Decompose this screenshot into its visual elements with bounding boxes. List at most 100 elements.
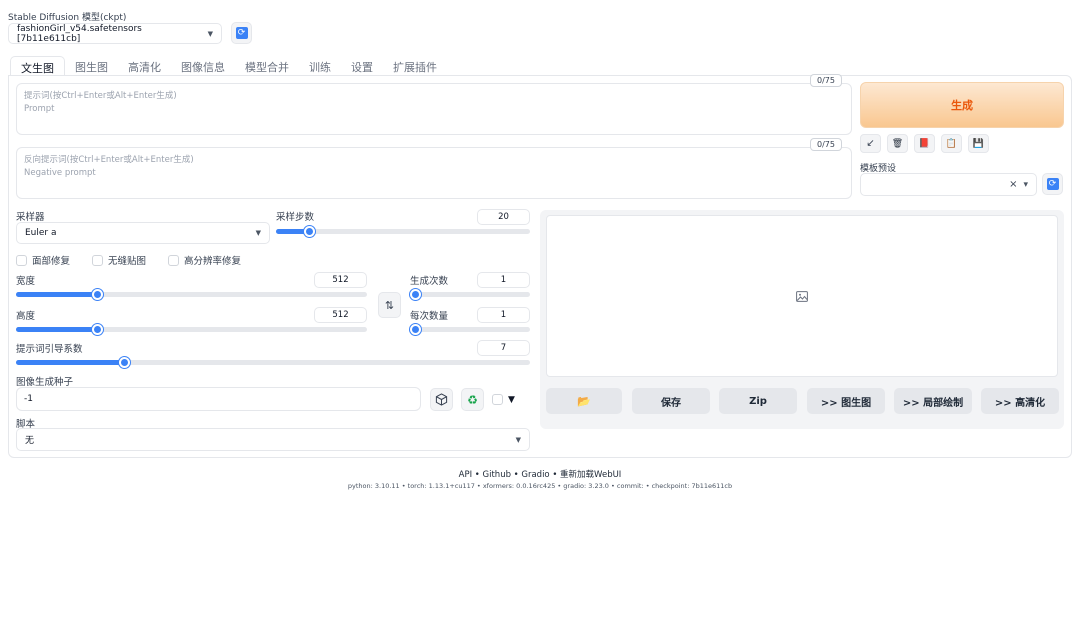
- width-label: 宽度: [16, 276, 36, 287]
- cfg-scale-slider-thumb[interactable]: [119, 357, 130, 368]
- send-to-img2img-button[interactable]: >> 图生图: [807, 388, 885, 414]
- batch-count-input[interactable]: 1: [477, 272, 530, 288]
- options-row: 面部修复 无缝贴图 高分辨率修复: [16, 253, 241, 267]
- tab-settings[interactable]: 设置: [341, 56, 383, 76]
- hires-fix-option[interactable]: 高分辨率修复: [168, 253, 241, 267]
- tab-train[interactable]: 训练: [299, 56, 341, 76]
- recycle-icon: ♻: [467, 392, 478, 407]
- footer-version-info: python: 3.10.11 • torch: 1.13.1+cu117 • …: [347, 482, 733, 490]
- save-style-button[interactable]: 💾: [968, 134, 989, 153]
- tab-img2img[interactable]: 图生图: [65, 56, 118, 76]
- cfg-scale-label: 提示词引导系数: [16, 344, 83, 355]
- steps-slider[interactable]: [276, 226, 530, 237]
- prompt-placeholder: Prompt: [24, 104, 55, 114]
- batch-count-slider[interactable]: [410, 289, 530, 300]
- save-button[interactable]: 保存: [632, 388, 710, 414]
- zip-button[interactable]: Zip: [719, 388, 797, 414]
- steps-input[interactable]: 20: [477, 209, 530, 225]
- tiling-option[interactable]: 无缝贴图: [92, 253, 146, 267]
- chevron-down-icon: ▼: [515, 435, 521, 444]
- footer-links[interactable]: API • Github • Gradio • 重新加载WebUI: [0, 468, 1080, 480]
- restore-faces-checkbox[interactable]: [16, 254, 27, 266]
- tiling-label: 无缝贴图: [108, 256, 147, 267]
- save-icon: 💾: [972, 138, 985, 149]
- cfg-scale-slider-fill: [16, 360, 124, 365]
- image-icon: [796, 290, 808, 302]
- script-value: 无: [25, 436, 35, 446]
- width-slider[interactable]: [16, 289, 367, 300]
- height-slider-thumb[interactable]: [92, 324, 103, 335]
- refresh-styles-button[interactable]: ⟳: [1042, 173, 1063, 195]
- model-value: fashionGirl_v54.safetensors [7b11e611cb]: [17, 23, 142, 44]
- prompt-token-counter: 0/75: [810, 74, 842, 87]
- extra-networks-button[interactable]: 📕: [914, 134, 935, 153]
- send-to-inpaint-button[interactable]: >> 局部绘制: [894, 388, 972, 414]
- tab-txt2img[interactable]: 文生图: [10, 56, 65, 76]
- height-slider-fill: [16, 327, 97, 332]
- seed-extra-checkbox[interactable]: [492, 394, 503, 405]
- width-input[interactable]: 512: [314, 272, 367, 288]
- generate-button[interactable]: 生成: [860, 82, 1064, 128]
- triangle-down-icon: ▼: [508, 394, 515, 405]
- steps-slider-thumb[interactable]: [304, 226, 315, 237]
- cfg-scale-input[interactable]: 7: [477, 340, 530, 356]
- script-dropdown[interactable]: 无 ▼: [16, 428, 530, 451]
- cfg-scale-slider[interactable]: [16, 357, 530, 368]
- image-gallery: [546, 215, 1058, 377]
- prompt-hint: 提示词(按Ctrl+Enter或Alt+Enter生成): [24, 91, 177, 101]
- tab-bar: 文生图 图生图 高清化 图像信息 模型合并 训练 设置 扩展插件: [10, 56, 447, 76]
- apply-style-button[interactable]: 📋: [941, 134, 962, 153]
- hires-fix-label: 高分辨率修复: [184, 256, 242, 267]
- height-slider[interactable]: [16, 324, 367, 335]
- chevron-down-icon: ▾: [1023, 179, 1028, 190]
- tiling-checkbox[interactable]: [92, 254, 104, 266]
- tab-png-info[interactable]: 图像信息: [171, 56, 235, 76]
- width-slider-thumb[interactable]: [92, 289, 103, 300]
- width-slider-fill: [16, 292, 97, 297]
- swap-dimensions-button[interactable]: ⇅: [378, 292, 401, 318]
- batch-size-input[interactable]: 1: [477, 307, 530, 323]
- clear-prompt-button[interactable]: 🗑: [887, 134, 908, 153]
- chevron-down-icon: ▼: [255, 229, 261, 237]
- seed-input[interactable]: -1: [16, 387, 421, 411]
- negative-prompt-textarea[interactable]: 反向提示词(按Ctrl+Enter或Alt+Enter生成) Negative …: [16, 147, 852, 199]
- refresh-icon: ⟳: [235, 27, 248, 39]
- reuse-seed-button[interactable]: ♻: [461, 388, 484, 411]
- folder-icon: 📂: [577, 394, 591, 408]
- read-params-button[interactable]: ↙: [860, 134, 881, 153]
- steps-label: 采样步数: [276, 212, 315, 223]
- seed-extra-toggle[interactable]: ▼: [492, 394, 515, 405]
- sampler-dropdown[interactable]: Euler a ▼: [16, 222, 270, 244]
- negative-prompt-token-counter: 0/75: [810, 138, 842, 151]
- style-preset-dropdown[interactable]: × ▾: [860, 173, 1037, 196]
- height-label: 高度: [16, 311, 36, 322]
- random-seed-button[interactable]: [430, 388, 453, 411]
- book-icon: 📕: [918, 138, 931, 149]
- restore-faces-option[interactable]: 面部修复: [16, 253, 70, 267]
- batch-size-slider-thumb[interactable]: [410, 324, 421, 335]
- clear-icon[interactable]: ×: [1009, 179, 1017, 190]
- send-to-extras-button[interactable]: >> 高清化: [981, 388, 1059, 414]
- refresh-model-button[interactable]: ⟳: [231, 22, 252, 44]
- open-folder-button[interactable]: 📂: [546, 388, 622, 414]
- height-input[interactable]: 512: [314, 307, 367, 323]
- batch-count-slider-thumb[interactable]: [410, 289, 421, 300]
- tab-extensions[interactable]: 扩展插件: [383, 56, 447, 76]
- refresh-icon: ⟳: [1046, 178, 1059, 190]
- batch-count-label: 生成次数: [410, 276, 449, 287]
- batch-size-label: 每次数量: [410, 311, 449, 322]
- prompt-tools: ↙ 🗑 📕 📋 💾: [860, 134, 989, 153]
- trash-icon: 🗑: [891, 138, 904, 149]
- model-label: Stable Diffusion 模型(ckpt): [8, 13, 127, 23]
- tab-extras[interactable]: 高清化: [118, 56, 171, 76]
- negative-prompt-placeholder: Negative prompt: [24, 168, 96, 178]
- hires-fix-checkbox[interactable]: [168, 254, 180, 266]
- model-dropdown[interactable]: fashionGirl_v54.safetensors [7b11e611cb]…: [8, 23, 222, 44]
- arrow-icon: ↙: [866, 138, 875, 149]
- batch-size-slider[interactable]: [410, 324, 530, 335]
- sampler-label: 采样器: [16, 212, 45, 223]
- tab-merge[interactable]: 模型合并: [235, 56, 299, 76]
- dice-icon: [435, 393, 448, 406]
- negative-prompt-hint: 反向提示词(按Ctrl+Enter或Alt+Enter生成): [24, 155, 194, 165]
- prompt-textarea[interactable]: 提示词(按Ctrl+Enter或Alt+Enter生成) Prompt: [16, 83, 852, 135]
